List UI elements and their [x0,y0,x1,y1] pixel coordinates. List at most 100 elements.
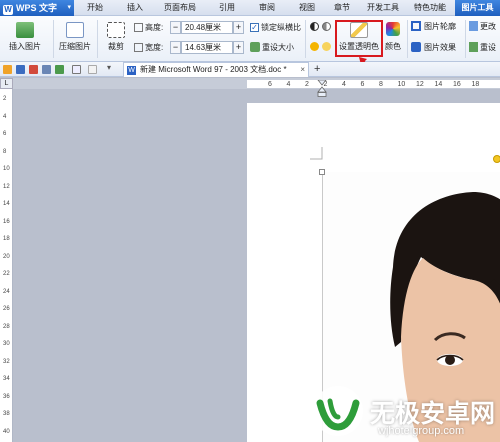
reset-size-button[interactable]: 重设大小 [262,41,294,54]
tab-review[interactable]: 审阅 [252,0,282,16]
ruler-tick-label: 34 [3,376,10,382]
ruler-tick-label: 4 [3,113,7,120]
height-input[interactable]: 20.48厘米 [181,21,233,34]
ruler-corner-tab-selector[interactable]: L [0,78,13,89]
compress-picture-icon [66,22,84,38]
word-document-icon: W [127,66,136,75]
app-menu-button[interactable]: W WPS 文字 ▾ [0,0,74,16]
width-increase-button[interactable]: + [233,41,244,54]
ruler-tick-label: 36 [3,393,10,400]
export-pdf-icon[interactable] [29,65,38,74]
save-icon[interactable] [16,65,25,74]
width-input[interactable]: 14.63厘米 [181,41,233,54]
ribbon-divider [53,20,54,58]
width-decrease-button[interactable]: − [170,41,181,54]
ruler-tick-label: 10 [3,166,10,172]
ruler-tick-label: 40 [3,428,10,435]
ruler-tick-label: 26 [3,306,10,312]
insert-picture-button[interactable]: 插入图片 [6,22,44,52]
tab-page-layout[interactable]: 页面布局 [157,0,203,16]
picture-outline-icon [411,21,421,31]
tab-picture-tools[interactable]: 图片工具 [455,0,500,16]
ruler-tick-label: 14 [434,81,443,88]
ruler-tick-label: 2 [305,81,309,88]
tab-references[interactable]: 引用 [212,0,242,16]
tab-special[interactable]: 特色功能 [408,0,452,16]
ruler-tick-label: 16 [3,218,10,225]
crop-icon [107,22,125,38]
reset-size-icon [250,42,260,52]
height-label: 高度: [145,23,164,32]
color-button[interactable]: 颜色 [385,40,401,53]
ruler-tick-label: 20 [3,253,10,260]
print-preview-icon[interactable] [55,65,64,74]
open-folder-icon[interactable] [3,65,12,74]
ruler-tick-label: 4 [286,81,291,88]
ruler-tick-label: 12 [3,183,10,190]
height-increase-button[interactable]: + [233,21,244,34]
ruler-tick-label: 8 [379,81,383,88]
new-tab-button[interactable]: + [314,62,320,77]
picture-outline-button[interactable]: 图片轮廓 [424,20,456,33]
redo-icon[interactable] [88,65,97,74]
ruler-tick-label: 16 [453,81,461,88]
compress-picture-label: 压缩图片 [59,42,91,51]
watermark: 无极安卓网 wjhotelgroup.com [312,385,500,442]
insert-picture-icon [16,22,34,38]
lock-aspect-checkbox[interactable]: ✓ [250,23,259,32]
height-decrease-button[interactable]: − [170,21,181,34]
ribbon-divider [305,20,306,58]
ruler-tick-label: 28 [3,323,10,330]
ruler-tick-label: 32 [3,358,10,365]
crop-label: 裁剪 [108,42,124,51]
ruler-tick-label: 2 [3,96,7,102]
compress-picture-button[interactable]: 压缩图片 [56,22,94,52]
ruler-tick-label: 6 [268,81,272,88]
tab-developer[interactable]: 开发工具 [361,0,405,16]
color-icon [386,22,400,36]
document-tab[interactable]: W 新建 Microsoft Word 97 - 2003 文档.doc * × [123,62,309,77]
watermark-logo-icon [313,386,363,436]
ruler-tick-label: 14 [3,201,10,207]
insert-picture-label: 插入图片 [9,42,41,51]
undo-icon[interactable] [72,65,81,74]
watermark-url: wjhotelgroup.com [378,425,465,437]
close-tab-icon[interactable]: × [300,63,305,77]
ruler-tick-label: 6 [360,81,365,88]
tab-section[interactable]: 章节 [327,0,357,16]
ruler-tick-label: 10 [397,81,406,88]
ribbon-divider [465,20,466,58]
brightness-icon[interactable] [310,42,319,51]
reset-picture-icon [469,42,478,52]
width-label: 宽度: [145,43,164,52]
picture-effect-icon [411,42,421,52]
ruler-tick-label: 12 [416,81,424,88]
ruler-tick-label: 24 [3,288,10,295]
ruler-tick-label: 18 [471,81,480,88]
rotate-handle[interactable] [493,155,500,163]
indent-marker-icon[interactable] [317,80,327,98]
change-picture-button[interactable]: 更改 [480,20,496,33]
contrast-icon[interactable] [310,22,319,31]
ruler-tick-label: 30 [3,341,10,347]
width-icon [134,43,143,52]
ruler-tick-label: 8 [3,148,7,155]
customize-quick-access-icon[interactable]: ▾ [107,63,111,72]
highlight-box [335,20,383,57]
reset-picture-button[interactable]: 重设 [480,41,496,54]
print-icon[interactable] [42,65,51,74]
tab-insert[interactable]: 插入 [120,0,150,16]
crop-button[interactable]: 裁剪 [101,22,131,52]
tab-view[interactable]: 视图 [292,0,322,16]
ribbon-divider [97,20,98,58]
wps-logo-icon: W [3,5,13,15]
height-icon [134,23,143,32]
resize-handle[interactable] [319,169,325,175]
tab-home[interactable]: 开始 [80,0,110,16]
picture-effect-button[interactable]: 图片效果 [424,41,456,54]
contrast-decrease-icon[interactable] [322,22,331,31]
ruler-tick-label: 4 [342,81,346,88]
ruler-tick-label: 18 [3,236,10,242]
brightness-decrease-icon[interactable] [322,42,331,51]
ruler-tick-label: 38 [3,411,10,417]
